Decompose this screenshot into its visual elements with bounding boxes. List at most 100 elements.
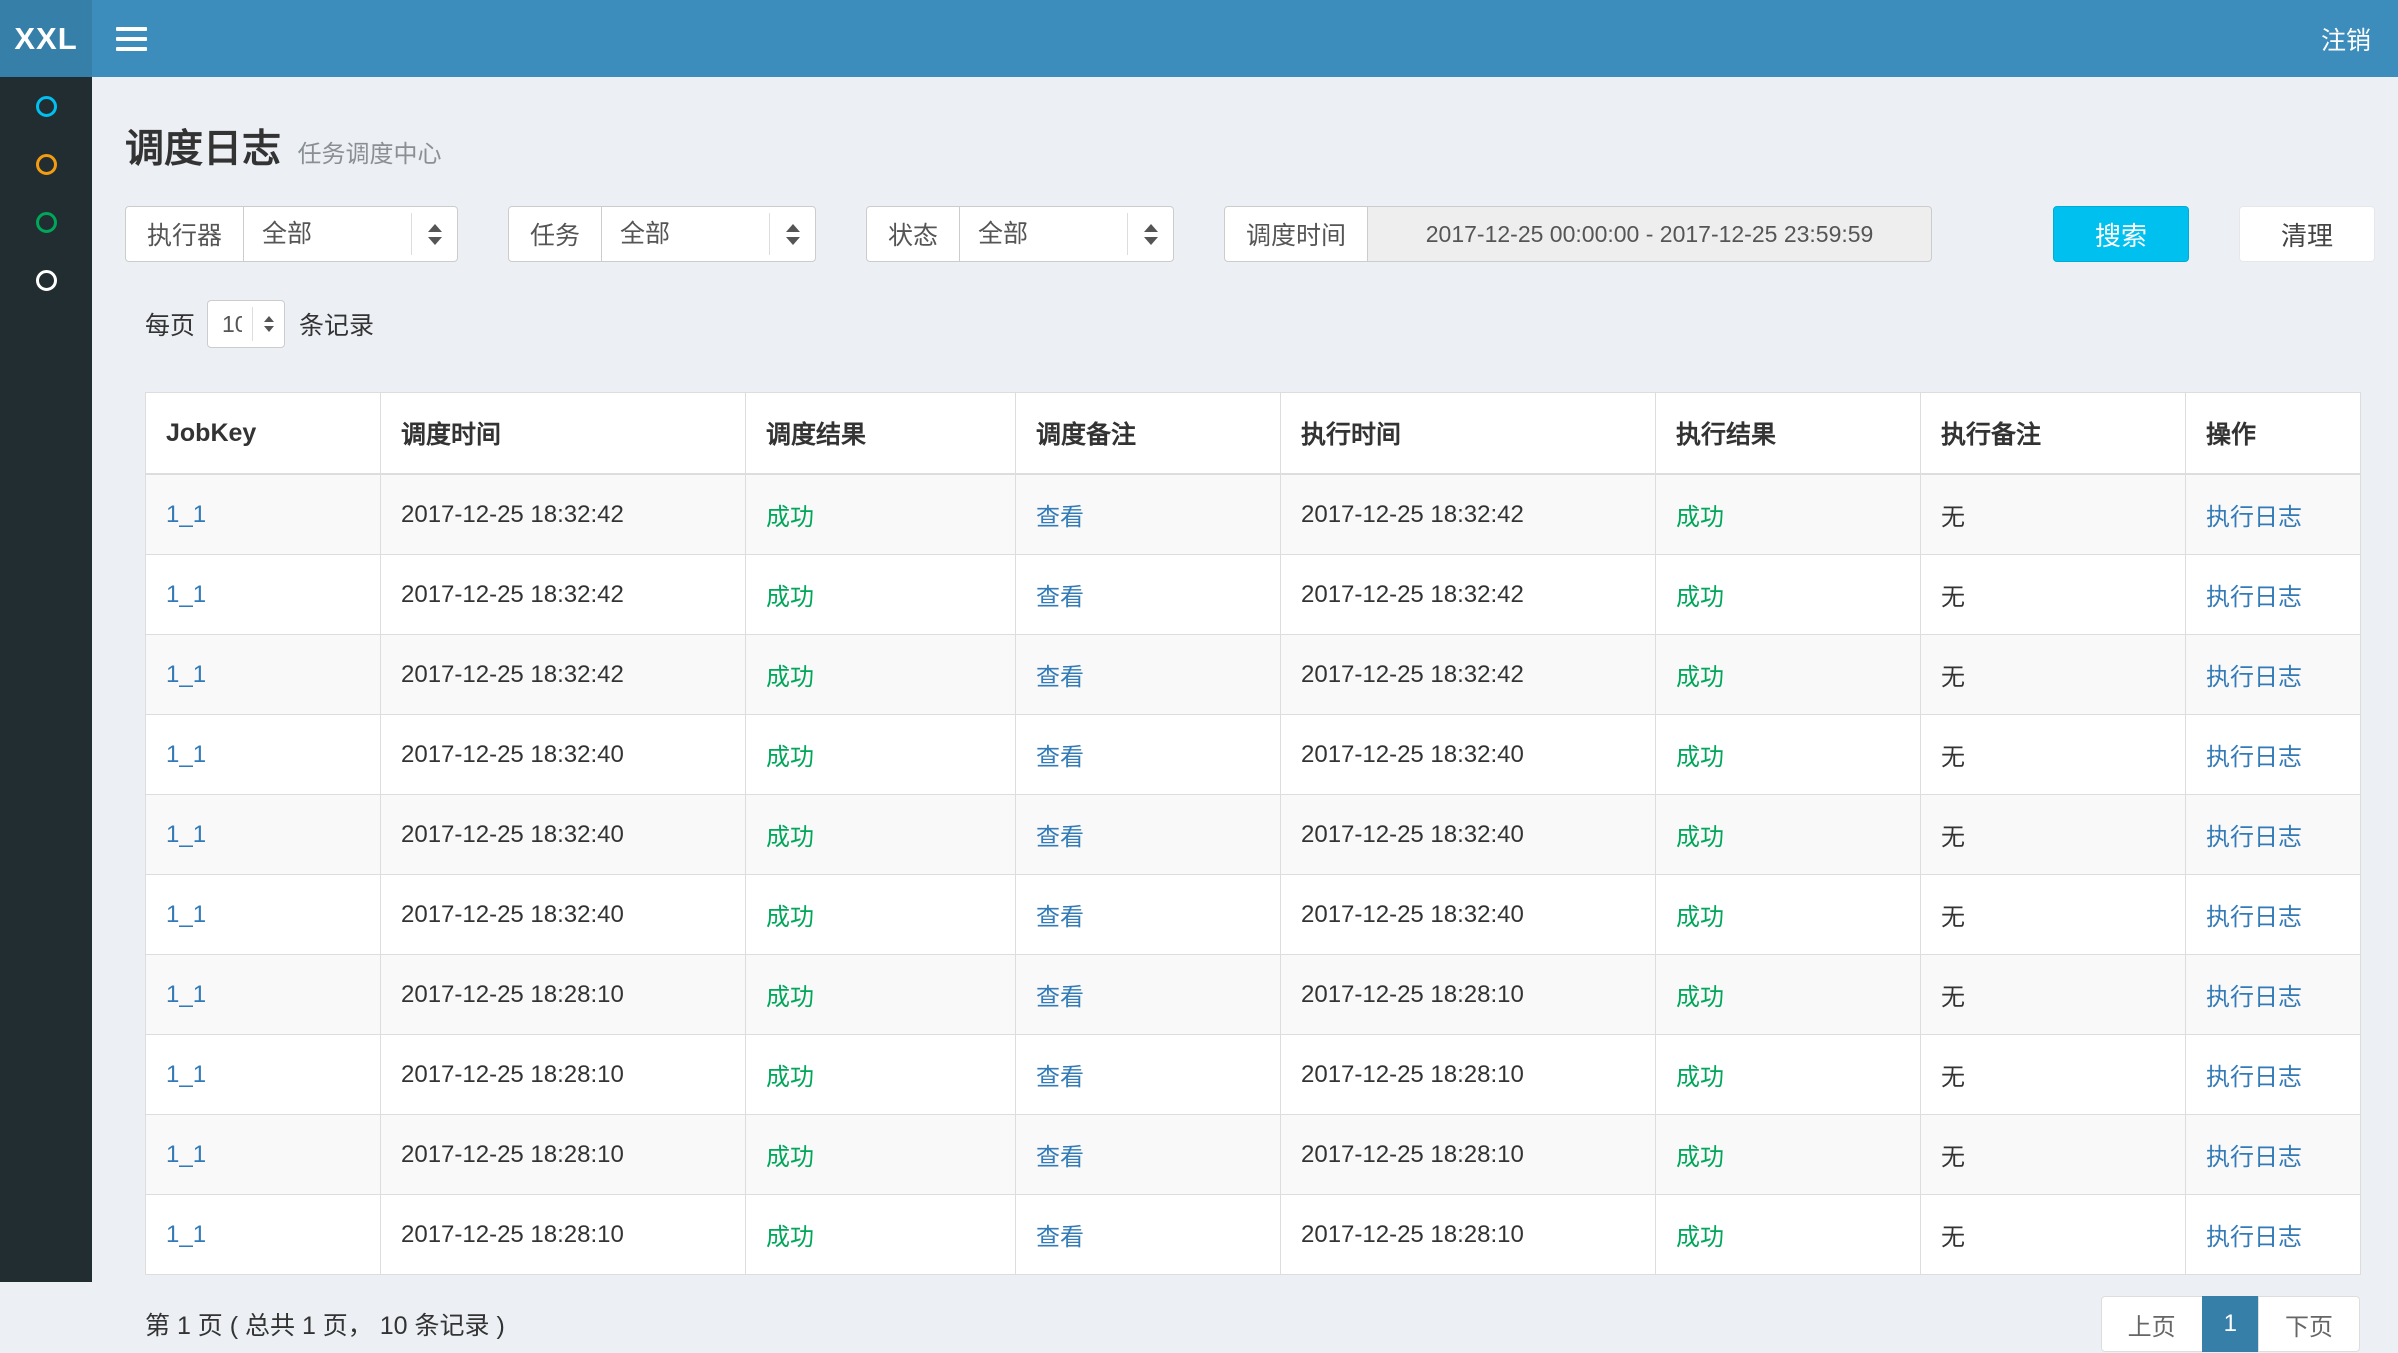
dispatch-remark-link[interactable]: 查看 [1036,584,1084,611]
next-page-button[interactable]: 下页 [2258,1296,2360,1352]
exec-log-link[interactable]: 执行日志 [2206,984,2302,1011]
table-row: 1_1 2017-12-25 18:32:40 成功 查看 2017-12-25… [146,715,2361,795]
table-row: 1_1 2017-12-25 18:32:40 成功 查看 2017-12-25… [146,795,2361,875]
dispatch-remark-link[interactable]: 查看 [1036,664,1084,691]
exec-result-cell: 成功 [1656,1035,1921,1115]
jobkey-link[interactable]: 1_1 [166,1141,206,1168]
col-header-dispatch-result: 调度结果 [746,393,1016,475]
dispatch-log-table: JobKey 调度时间 调度结果 调度备注 执行时间 执行结果 执行备注 操作 … [145,392,2361,1275]
exec-log-link[interactable]: 执行日志 [2206,584,2302,611]
dispatch-result-cell: 成功 [746,955,1016,1035]
dispatch-remark-link[interactable]: 查看 [1036,1064,1084,1091]
jobkey-link[interactable]: 1_1 [166,981,206,1008]
dispatch-remark-link[interactable]: 查看 [1036,1224,1084,1251]
pagination-info: 第 1 页 ( 总共 1 页， 10 条记录 ) [145,1306,505,1342]
dispatch-remark-link[interactable]: 查看 [1036,744,1084,771]
exec-remark-cell: 无 [1921,474,2186,555]
dispatch-time-cell: 2017-12-25 18:28:10 [381,955,746,1035]
exec-time-cell: 2017-12-25 18:28:10 [1281,1115,1656,1195]
exec-result-cell: 成功 [1656,875,1921,955]
search-button[interactable]: 搜索 [2053,206,2189,262]
executor-filter: 执行器 全部 [125,206,458,262]
top-navbar: XXL 注销 [0,0,2398,77]
exec-result-cell: 成功 [1656,555,1921,635]
col-header-dispatch-remark: 调度备注 [1016,393,1281,475]
status-select[interactable]: 全部 [960,207,1173,261]
dispatch-time-cell: 2017-12-25 18:32:42 [381,555,746,635]
sidebar-item-3[interactable] [0,193,92,251]
table-row: 1_1 2017-12-25 18:32:40 成功 查看 2017-12-25… [146,875,2361,955]
exec-remark-cell: 无 [1921,875,2186,955]
dispatch-remark-link[interactable]: 查看 [1036,504,1084,531]
sidebar [0,77,92,1282]
prev-page-button[interactable]: 上页 [2101,1296,2203,1352]
time-range-input[interactable] [1367,206,1932,262]
status-filter-label: 状态 [866,206,960,262]
executor-select[interactable]: 全部 [244,207,457,261]
page-subtitle: 任务调度中心 [297,141,441,168]
dispatch-remark-link[interactable]: 查看 [1036,984,1084,1011]
table-header-row: JobKey 调度时间 调度结果 调度备注 执行时间 执行结果 执行备注 操作 [146,393,2361,475]
logout-link[interactable]: 注销 [2294,0,2398,77]
exec-log-link[interactable]: 执行日志 [2206,504,2302,531]
dispatch-remark-link[interactable]: 查看 [1036,904,1084,931]
exec-log-link[interactable]: 执行日志 [2206,904,2302,931]
exec-remark-cell: 无 [1921,635,2186,715]
main-content: 调度日志 任务调度中心 执行器 全部 任务 全部 状态 全部 调度 [92,0,2398,1353]
table-row: 1_1 2017-12-25 18:28:10 成功 查看 2017-12-25… [146,955,2361,1035]
dispatch-time-cell: 2017-12-25 18:32:40 [381,795,746,875]
circle-outline-icon [36,270,57,291]
exec-result-cell: 成功 [1656,1115,1921,1195]
exec-log-link[interactable]: 执行日志 [2206,1144,2302,1171]
exec-log-link[interactable]: 执行日志 [2206,744,2302,771]
exec-log-link[interactable]: 执行日志 [2206,1224,2302,1251]
time-filter: 调度时间 [1224,206,1932,262]
clean-button[interactable]: 清理 [2239,206,2375,262]
page-size-select[interactable]: 10 [208,301,284,347]
sidebar-item-4[interactable] [0,251,92,309]
job-select[interactable]: 全部 [602,207,815,261]
log-table-body: 1_1 2017-12-25 18:32:42 成功 查看 2017-12-25… [146,474,2361,1275]
jobkey-link[interactable]: 1_1 [166,741,206,768]
page-size-suffix: 条记录 [299,306,374,342]
jobkey-link[interactable]: 1_1 [166,901,206,928]
exec-time-cell: 2017-12-25 18:32:42 [1281,474,1656,555]
col-header-jobkey: JobKey [146,393,381,475]
dispatch-remark-link[interactable]: 查看 [1036,824,1084,851]
exec-remark-cell: 无 [1921,555,2186,635]
exec-log-link[interactable]: 执行日志 [2206,664,2302,691]
dispatch-time-cell: 2017-12-25 18:28:10 [381,1035,746,1115]
exec-remark-cell: 无 [1921,1035,2186,1115]
table-row: 1_1 2017-12-25 18:32:42 成功 查看 2017-12-25… [146,635,2361,715]
jobkey-link[interactable]: 1_1 [166,1221,206,1248]
page-size-row: 每页 10 条记录 [145,300,2360,348]
jobkey-link[interactable]: 1_1 [166,661,206,688]
exec-log-link[interactable]: 执行日志 [2206,824,2302,851]
sidebar-item-1[interactable] [0,77,92,135]
dispatch-result-cell: 成功 [746,1195,1016,1275]
exec-time-cell: 2017-12-25 18:28:10 [1281,1195,1656,1275]
jobkey-link[interactable]: 1_1 [166,821,206,848]
pagination: 上页 1 下页 [2101,1296,2360,1352]
sidebar-toggle-icon[interactable] [92,0,170,77]
dispatch-remark-link[interactable]: 查看 [1036,1144,1084,1171]
sidebar-item-2[interactable] [0,135,92,193]
jobkey-link[interactable]: 1_1 [166,501,206,528]
table-footer: 第 1 页 ( 总共 1 页， 10 条记录 ) 上页 1 下页 [145,1295,2360,1353]
table-row: 1_1 2017-12-25 18:28:10 成功 查看 2017-12-25… [146,1115,2361,1195]
jobkey-link[interactable]: 1_1 [166,1061,206,1088]
exec-log-link[interactable]: 执行日志 [2206,1064,2302,1091]
table-zone: 每页 10 条记录 JobKey 调度时间 调度结果 调度备注 执行时间 执行结… [145,300,2360,1353]
jobkey-link[interactable]: 1_1 [166,581,206,608]
time-filter-label: 调度时间 [1224,206,1368,262]
exec-time-cell: 2017-12-25 18:32:40 [1281,795,1656,875]
exec-result-cell: 成功 [1656,635,1921,715]
dispatch-time-cell: 2017-12-25 18:32:40 [381,715,746,795]
exec-time-cell: 2017-12-25 18:32:40 [1281,715,1656,795]
circle-outline-icon [36,212,57,233]
app-logo[interactable]: XXL [0,0,92,77]
current-page-button[interactable]: 1 [2202,1296,2259,1352]
exec-result-cell: 成功 [1656,715,1921,795]
page-size-prefix: 每页 [145,306,195,342]
dispatch-result-cell: 成功 [746,555,1016,635]
